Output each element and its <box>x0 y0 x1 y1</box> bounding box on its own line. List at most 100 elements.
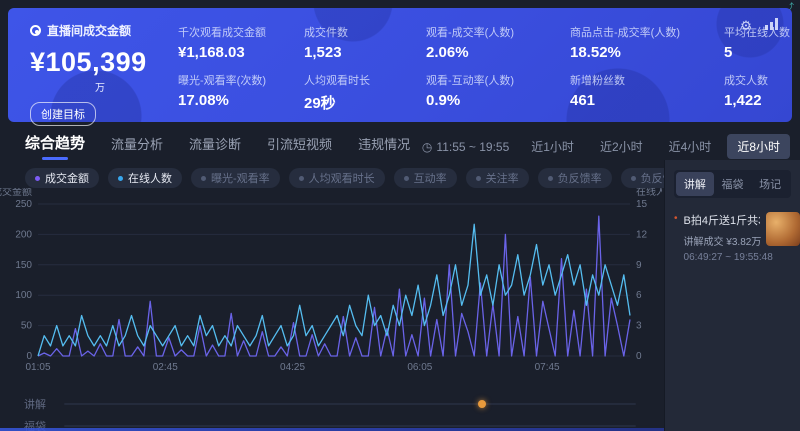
metric-value: 18.52% <box>570 44 720 61</box>
tab-traffic-diagnosis[interactable]: 流量诊断 <box>189 134 241 160</box>
chip-label: 负反馈率 <box>558 170 602 186</box>
time-range-text: 11:55 ~ 19:55 <box>436 140 509 154</box>
chip-online-users[interactable]: 在线人数 <box>108 168 182 188</box>
chip-follow-rate[interactable]: 关注率 <box>466 168 529 188</box>
metric-label: 商品点击-成交率(人数) <box>570 24 720 40</box>
metric-value: 5 <box>724 44 800 61</box>
track-line[interactable] <box>64 425 636 427</box>
purple-dot-icon <box>35 176 40 181</box>
metric-view-convert-rate: 观看-成交率(人数) 2.06% <box>426 24 566 72</box>
time-range-controls: ◷ 11:55 ~ 19:55 近1小时 近2小时 近4小时 近8小时 <box>422 134 790 159</box>
chip-expose-view-rate[interactable]: 曝光-观看率 <box>191 168 280 188</box>
svg-text:在线人数: 在线人数 <box>636 188 662 198</box>
range-button-2h[interactable]: 近2小时 <box>590 134 653 159</box>
explain-time-range: 06:49:27 ~ 19:55:48 <box>684 252 760 263</box>
metric-label: 人均观看时长 <box>304 72 422 88</box>
banner-corner-icons: ⚙ <box>738 18 780 34</box>
range-button-4h[interactable]: 近4小时 <box>659 134 722 159</box>
main-kpi-value: ¥105,399 <box>30 47 170 78</box>
product-thumbnail <box>766 212 800 246</box>
svg-text:250: 250 <box>15 199 32 210</box>
main-kpi-label: 直播间成交金额 <box>47 22 131 39</box>
chip-label: 关注率 <box>486 170 519 186</box>
svg-text:15: 15 <box>636 199 648 210</box>
panel-tab-lucky-bag[interactable]: 福袋 <box>714 172 752 196</box>
create-goal-button[interactable]: 创建目标 <box>30 102 96 126</box>
chip-label: 互动率 <box>414 170 447 186</box>
target-icon <box>30 25 41 36</box>
main-kpi-header: 直播间成交金额 <box>30 22 170 39</box>
svg-text:0: 0 <box>636 351 642 362</box>
section-tabs: 综合趋势 流量分析 流量诊断 引流短视频 违规情况 <box>25 132 410 160</box>
metric-label: 观看-互动率(人数) <box>426 72 566 88</box>
gray-dot-icon <box>201 176 206 181</box>
bullet-dot-icon: • <box>674 212 678 263</box>
explain-deal-amount: 讲解成交 ¥3.82万 <box>684 233 760 248</box>
chip-label: 曝光-观看率 <box>211 170 270 186</box>
metric-label: 千次观看成交金额 <box>178 24 300 40</box>
chip-negative-rate[interactable]: 负反馈率 <box>538 168 612 188</box>
trend-chart[interactable]: 25015200121509100650300成交金额在线人数01:0502:4… <box>0 188 662 384</box>
explain-marker-dot[interactable] <box>478 400 486 408</box>
tab-short-video[interactable]: 引流短视频 <box>267 134 332 160</box>
metric-label: 成交件数 <box>304 24 422 40</box>
svg-text:01:05: 01:05 <box>25 362 50 373</box>
tab-overall-trend[interactable]: 综合趋势 <box>25 132 85 160</box>
svg-text:200: 200 <box>15 229 32 240</box>
track-line[interactable] <box>64 403 636 405</box>
chip-label: 在线人数 <box>128 170 172 186</box>
metric-click-convert-rate: 商品点击-成交率(人数) 18.52% <box>570 24 720 72</box>
panel-tabs: 讲解 福袋 场记 <box>674 170 791 198</box>
kpi-banner: 直播间成交金额 ¥105,399 万 创建目标 千次观看成交金额¥1,168.0… <box>8 8 792 122</box>
gray-dot-icon <box>631 176 636 181</box>
time-range-display: ◷ 11:55 ~ 19:55 <box>422 140 509 154</box>
cyan-dot-icon <box>118 176 123 181</box>
gear-icon[interactable]: ⚙ <box>738 18 754 34</box>
svg-text:50: 50 <box>21 321 33 332</box>
tab-traffic-analysis[interactable]: 流量分析 <box>111 134 163 160</box>
svg-text:150: 150 <box>15 260 32 271</box>
svg-text:9: 9 <box>636 260 642 271</box>
metric-expose-view-rate: 曝光-观看率(次数) 17.08% <box>178 72 300 120</box>
metric-value: ¥1,168.03 <box>178 44 300 61</box>
chip-gmv[interactable]: 成交金额 <box>25 168 99 188</box>
item-body: B拍4斤送1斤共35-4... 讲解成交 ¥3.82万 06:49:27 ~ 1… <box>684 212 760 263</box>
svg-text:12: 12 <box>636 229 648 240</box>
panel-tab-scene-note[interactable]: 场记 <box>751 172 789 196</box>
metric-label: 新增粉丝数 <box>570 72 720 88</box>
metric-value: 1,523 <box>304 44 422 61</box>
svg-text:04:25: 04:25 <box>280 362 305 373</box>
chip-avg-watch-time[interactable]: 人均观看时长 <box>289 168 385 188</box>
chip-interact-rate[interactable]: 互动率 <box>394 168 457 188</box>
gray-dot-icon <box>476 176 481 181</box>
explain-list-item[interactable]: • B拍4斤送1斤共35-4... 讲解成交 ¥3.82万 06:49:27 ~… <box>674 212 791 263</box>
svg-text:02:45: 02:45 <box>153 362 178 373</box>
metric-cpm-gmv: 千次观看成交金额 ¥1,168.03 <box>178 24 300 72</box>
signal-bars-icon[interactable] <box>764 18 780 34</box>
metric-label: 成交人数 <box>724 72 800 88</box>
range-button-1h[interactable]: 近1小时 <box>521 134 584 159</box>
metric-value: 17.08% <box>178 92 300 109</box>
panel-tab-explain[interactable]: 讲解 <box>676 172 714 196</box>
svg-text:成交金额: 成交金额 <box>0 188 32 198</box>
metric-label: 观看-成交率(人数) <box>426 24 566 40</box>
metric-value: 1,422 <box>724 92 800 109</box>
metric-label: 曝光-观看率(次数) <box>178 72 300 88</box>
metric-avg-watch-time: 人均观看时长29秒 <box>304 72 422 120</box>
metric-value: 461 <box>570 92 720 109</box>
live-analytics-dashboard: ⤴ 直播间成交金额 ¥105,399 万 创建目标 千次观看成交金额¥1,168… <box>0 0 800 431</box>
clock-icon: ◷ <box>422 140 432 154</box>
svg-text:07:45: 07:45 <box>535 362 560 373</box>
metric-order-count: 成交件数 1,523 <box>304 24 422 72</box>
chip-label: 成交金额 <box>45 170 89 186</box>
svg-text:100: 100 <box>15 290 32 301</box>
gray-dot-icon <box>548 176 553 181</box>
explain-panel: 讲解 福袋 场记 • B拍4斤送1斤共35-4... 讲解成交 ¥3.82万 0… <box>664 160 800 431</box>
metric-interact-rate: 观看-互动率(人数)0.9% <box>426 72 566 120</box>
metric-value: 2.06% <box>426 44 566 61</box>
range-button-8h[interactable]: 近8小时 <box>727 134 790 159</box>
svg-text:0: 0 <box>26 351 32 362</box>
main-kpi-block: 直播间成交金额 ¥105,399 万 创建目标 <box>30 22 170 126</box>
trend-chart-svg: 25015200121509100650300成交金额在线人数01:0502:4… <box>0 188 662 384</box>
tab-violations[interactable]: 违规情况 <box>358 134 410 160</box>
